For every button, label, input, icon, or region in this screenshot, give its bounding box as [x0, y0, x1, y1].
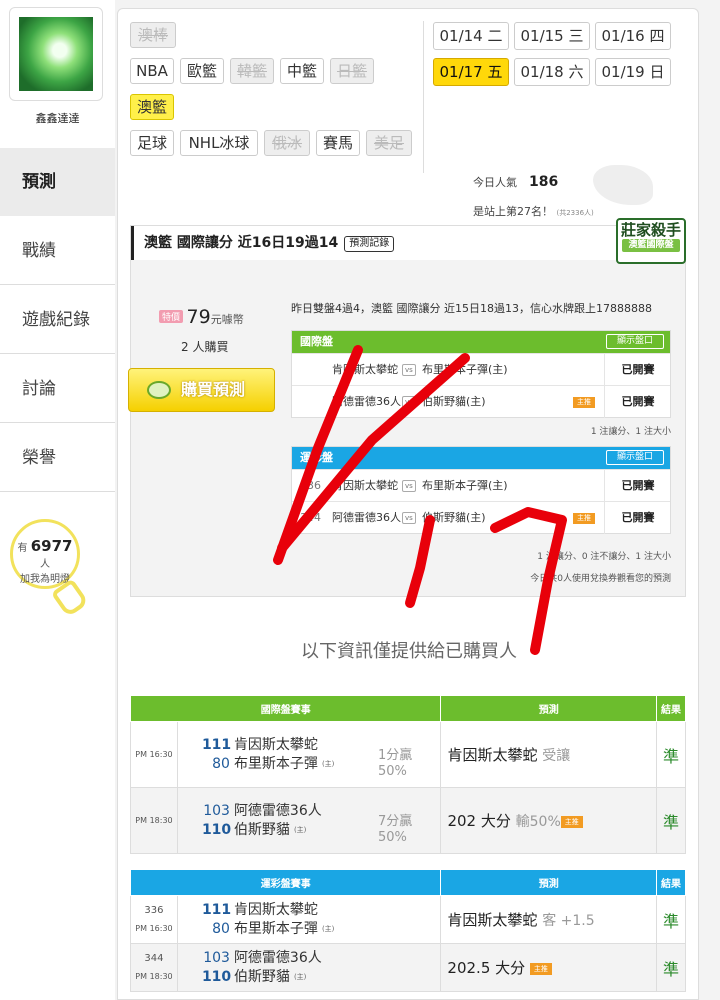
fans-suffix: 人 [40, 559, 50, 570]
sport-chip: 日籃 [330, 58, 374, 84]
intl-note: 1 注讓分、1 注大小 [590, 427, 671, 437]
purchaser-only-notice: 以下資訊僅提供給已購買人 [301, 641, 517, 662]
game-time: 344 PM 18:30 [130, 943, 178, 992]
sport-chip: 韓籃 [230, 58, 274, 84]
column-header: 預測 [440, 695, 657, 722]
lottery-note: 1 注讓分、0 注不讓分、1 注大小 [537, 552, 671, 562]
game-row: 344 阿德雷德36人 vs 伯斯野貓(主) 主推 已開賽 [292, 501, 670, 534]
sport-chip: 澳棒 [130, 22, 176, 48]
column-header: 預測 [440, 869, 657, 896]
sport-chip[interactable]: 賽馬 [316, 130, 360, 156]
avatar[interactable] [9, 7, 103, 101]
avatar-image [19, 17, 93, 91]
date-button[interactable]: 01/16 四 [595, 22, 671, 50]
date-button[interactable]: 01/15 三 [514, 22, 590, 50]
nav-item-prediction[interactable]: 預測 [0, 148, 115, 216]
intl-results-table: 國際盤賽事 預測 結果 PM 16:30 111 肯因斯太攀蛇 80 布里斯本子彈(… [129, 695, 686, 854]
table-row: 344 PM 18:30 103 阿德雷德36人 110 伯斯野貓 (主) 202.5 … [130, 943, 686, 992]
column-header: 結果 [656, 695, 686, 722]
fans-prefix: 有 [17, 543, 28, 554]
decoration-swirl [593, 165, 653, 205]
teams-cell: 111 肯因斯太攀蛇 80 布里斯本子彈 (主) 1分贏 50% [176, 721, 442, 788]
intl-games: 國際盤 顯示盤口 肯因斯太攀蛇 vs 布里斯本子彈(主) 已開賽 阿德雷德36人 vs 伯斯… [291, 330, 671, 418]
rank-text: 是站上第27名！ (共2336人) [473, 205, 594, 218]
nav-item-discussion[interactable]: 討論 [0, 355, 115, 423]
result-cell: 準 [656, 895, 686, 944]
sport-chip[interactable]: 歐籃 [180, 58, 224, 84]
prediction-box: 澳籃 國際讓分 近16日19過14 預測記錄 莊家殺手 澳籃國際盤 特價 79元噱幣… [128, 218, 687, 597]
date-button[interactable]: 01/19 日 [595, 58, 671, 86]
column-header: 結果 [656, 869, 686, 896]
game-time: PM 16:30 [130, 721, 178, 788]
profile-name: 鑫鑫達達 [35, 112, 80, 125]
result-cell: 準 [656, 721, 686, 788]
column-header: 運彩盤賽事 [129, 869, 442, 896]
yesterday-summary: 昨日雙盤4過4，澳籃 國際讓分 近15日18過13，信心水牌跟上17888888 [291, 302, 652, 315]
teams-cell: 103 阿德雷德36人 110 伯斯野貓 (主) [176, 943, 442, 992]
fans-count: 6977 [30, 537, 73, 555]
sport-chip: 俄冰 [264, 130, 310, 156]
table-row: PM 16:30 111 肯因斯太攀蛇 80 布里斯本子彈 (主) 1分贏 50% 肯因… [130, 721, 686, 788]
nav-item-game-log[interactable]: 遊戲紀錄 [0, 286, 115, 354]
game-row: 阿德雷德36人 vs 伯斯野貓(主) 主推 已開賽 [292, 385, 670, 418]
sport-chip[interactable]: NBA [130, 58, 174, 84]
bookmaker-killer-badge: 莊家殺手 澳籃國際盤 [616, 218, 686, 264]
prediction-cell: 肯因斯太攀蛇 客 +1.5 [440, 895, 657, 944]
teams-cell: 111 肯因斯太攀蛇 80 布里斯本子彈 (主) [176, 895, 442, 944]
game-row: 336 肯因斯太攀蛇 vs 布里斯本子彈(主) 已開賽 [292, 469, 670, 502]
date-button-selected[interactable]: 01/17 五 [433, 58, 509, 86]
game-row: 肯因斯太攀蛇 vs 布里斯本子彈(主) 已開賽 [292, 353, 670, 386]
prediction-cell: 肯因斯太攀蛇 受讓 [440, 721, 657, 788]
prediction-cell: 202 大分 輸50% 主推 [440, 787, 657, 854]
follow-bulb[interactable]: 有 6977 人 加我為明燈 [10, 519, 80, 589]
sport-chip: 美足 [366, 130, 412, 156]
show-lines-button[interactable]: 顯示盤口 [606, 334, 664, 349]
column-header: 國際盤賽事 [129, 695, 442, 722]
divider [423, 21, 424, 173]
sidebar: 鑫鑫達達 預測 戰績 遊戲紀錄 討論 榮譽 有 6977 人 加我為明燈 [0, 0, 115, 1000]
date-button[interactable]: 01/14 二 [433, 22, 509, 50]
show-lines-button[interactable]: 顯示盤口 [606, 450, 664, 465]
sport-chip[interactable]: NHL冰球 [180, 130, 258, 156]
result-cell: 準 [656, 943, 686, 992]
table-row: 336 PM 16:30 111 肯因斯太攀蛇 80 布里斯本子彈 (主) 肯因斯太攀蛇… [130, 895, 686, 944]
buyer-count: 2 人購買 [181, 340, 229, 354]
prediction-header: 澳籃 國際讓分 近16日19過14 預測記錄 [131, 226, 687, 260]
prediction-cell: 202.5 大分 主推 [440, 943, 657, 992]
intl-games-header: 國際盤 顯示盤口 [292, 331, 670, 353]
lottery-results-table: 運彩盤賽事 預測 結果 336 PM 16:30 111 肯因斯太攀蛇 80 布里斯本… [129, 869, 686, 992]
lottery-games: 運彩盤 顯示盤口 336 肯因斯太攀蛇 vs 布里斯本子彈(主) 已開賽 344 阿德雷德3… [291, 446, 671, 534]
table-row: PM 18:30 103 阿德雷德36人 110 伯斯野貓 (主) 7分贏 50% 20… [130, 787, 686, 854]
sport-chip[interactable]: 足球 [130, 130, 174, 156]
game-time: 336 PM 16:30 [130, 895, 178, 944]
date-button[interactable]: 01/18 六 [514, 58, 590, 86]
coin-icon [147, 381, 171, 399]
nav-item-record[interactable]: 戰績 [0, 217, 115, 285]
buy-prediction-button[interactable]: 購買預測 [128, 368, 275, 412]
sport-chip[interactable]: 中籃 [280, 58, 324, 84]
record-button[interactable]: 預測記錄 [344, 236, 395, 252]
voucher-note: 今日共0人使用兌換券觀看您的預測 [530, 574, 671, 584]
nav-item-honor[interactable]: 榮譽 [0, 424, 115, 492]
game-time: PM 18:30 [130, 787, 178, 854]
popularity: 今日人氣 186 [473, 174, 559, 190]
result-cell: 準 [656, 787, 686, 854]
lottery-games-header: 運彩盤 顯示盤口 [292, 447, 670, 469]
main-panel: 澳棒 NBA 歐籃 韓籃 中籃 日籃 澳籃 足球 NHL冰球 俄冰 賽馬 美足 … [117, 8, 699, 1000]
teams-cell: 103 阿德雷德36人 110 伯斯野貓 (主) 7分贏 50% [176, 787, 442, 854]
price: 特價 79元噱幣 [159, 306, 244, 328]
sport-chip-selected[interactable]: 澳籃 [130, 94, 174, 120]
